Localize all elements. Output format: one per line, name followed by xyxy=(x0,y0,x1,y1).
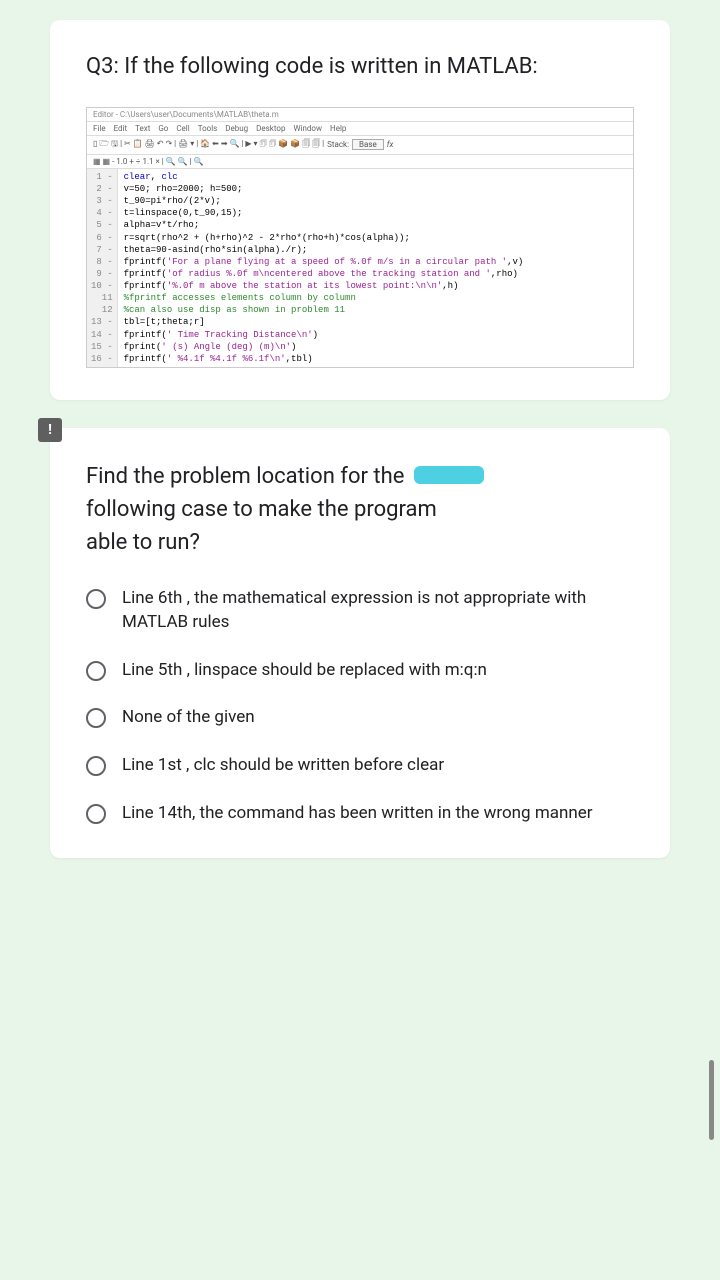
question-card: Q3: If the following code is written in … xyxy=(50,20,670,400)
cell-scale[interactable]: - 1.0 + ÷ 1.1 × xyxy=(112,157,160,166)
highlight-marker xyxy=(414,466,484,484)
menu-go[interactable]: Go xyxy=(158,124,168,133)
code-content: clear, clcv=50; rho=2000; h=500;t_90=pi*… xyxy=(118,169,633,367)
code-area: 1 -2 -3 -4 -5 -6 -7 -8 -9 -10 -111213 -1… xyxy=(87,169,633,367)
radio-icon[interactable] xyxy=(86,756,106,776)
fx-button[interactable]: fx xyxy=(387,140,394,149)
menu-cell[interactable]: Cell xyxy=(176,124,189,133)
prompt-text: Find the problem location for the follow… xyxy=(86,460,634,559)
option-text: None of the given xyxy=(122,706,255,730)
cell-extra[interactable]: | 🔍 🔍 | 🔍 xyxy=(160,157,204,166)
matlab-editor: Editor - C:\Users\user\Documents\MATLAB\… xyxy=(86,107,634,368)
option-text: Line 5th , linspace should be replaced w… xyxy=(122,659,487,683)
option-text: Line 1st , clc should be written before … xyxy=(122,754,444,778)
option-text: Line 14th, the command has been written … xyxy=(122,802,593,826)
option-5[interactable]: Line 14th, the command has been written … xyxy=(86,802,634,826)
menu-help[interactable]: Help xyxy=(330,124,346,133)
option-1[interactable]: Line 6th , the mathematical expression i… xyxy=(86,587,634,635)
radio-icon[interactable] xyxy=(86,589,106,609)
stack-label: Stack: xyxy=(327,140,349,149)
menu-debug[interactable]: Debug xyxy=(225,124,248,133)
menu-desktop[interactable]: Desktop xyxy=(256,124,285,133)
radio-icon[interactable] xyxy=(86,804,106,824)
editor-menubar[interactable]: File Edit Text Go Cell Tools Debug Deskt… xyxy=(87,122,633,136)
prompt-line3: able to run? xyxy=(86,530,200,555)
line-number-gutter: 1 -2 -3 -4 -5 -6 -7 -8 -9 -10 -111213 -1… xyxy=(87,169,118,367)
menu-text[interactable]: Text xyxy=(135,124,150,133)
editor-toolbar[interactable]: ▯ 🗁 🖫 | ✂ 📋 🖨 ↶ ↷ | 🖨 ▾ | 🏠 ⬅ ➡ 🔍 | ▶ ▾ … xyxy=(87,136,633,155)
menu-file[interactable]: File xyxy=(93,124,106,133)
editor-cell-toolbar[interactable]: ▦ ▦ - 1.0 + ÷ 1.1 × | 🔍 🔍 | 🔍 xyxy=(87,155,633,169)
radio-icon[interactable] xyxy=(86,661,106,681)
stack-dropdown[interactable]: Base xyxy=(352,139,384,150)
menu-edit[interactable]: Edit xyxy=(114,124,128,133)
question-title: Q3: If the following code is written in … xyxy=(86,52,634,83)
radio-icon[interactable] xyxy=(86,708,106,728)
prompt-line2: following case to make the program xyxy=(86,497,437,522)
option-text: Line 6th , the mathematical expression i… xyxy=(122,587,634,635)
menu-tools[interactable]: Tools xyxy=(198,124,218,133)
option-3[interactable]: None of the given xyxy=(86,706,634,730)
option-2[interactable]: Line 5th , linspace should be replaced w… xyxy=(86,659,634,683)
option-4[interactable]: Line 1st , clc should be written before … xyxy=(86,754,634,778)
prompt-line1: Find the problem location for the xyxy=(86,464,404,489)
alert-icon: ! xyxy=(38,418,62,442)
cell-controls[interactable]: ▦ ▦ xyxy=(93,157,112,166)
answer-card: ! Find the problem location for the foll… xyxy=(50,428,670,858)
editor-window-title: Editor - C:\Users\user\Documents\MATLAB\… xyxy=(87,108,633,122)
scrollbar-thumb[interactable] xyxy=(709,1060,714,1140)
toolbar-icons[interactable]: ▯ 🗁 🖫 | ✂ 📋 🖨 ↶ ↷ | 🖨 ▾ | 🏠 ⬅ ➡ 🔍 | ▶ ▾ … xyxy=(93,138,324,152)
menu-window[interactable]: Window xyxy=(293,124,322,133)
